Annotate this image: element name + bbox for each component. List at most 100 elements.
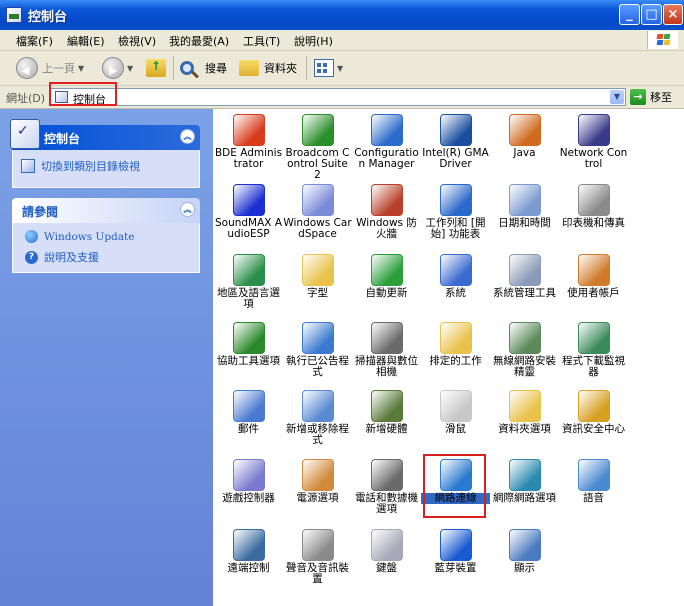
help-support-label: 說明及支援 [44,251,99,264]
control-panel-item[interactable]: 電源選項 [283,459,352,504]
control-panel-item[interactable]: 系統管理工具 [490,254,559,299]
control-panel-item[interactable]: Broadcom Control Suite 2 [283,114,352,181]
toolbar: ◀ 上一頁 ▼ ▶ ▼ ↑ 搜尋 資料夾 ▼ [0,51,684,86]
collapse-icon[interactable]: ︽ [180,129,195,144]
control-panel-item[interactable]: 新增或移除程式 [283,390,352,446]
menu-file[interactable]: 檔案(F) [16,33,53,49]
control-panel-item[interactable]: 工作列和 [開始] 功能表 [421,184,490,240]
control-panel-item[interactable]: 印表機和傳真 [559,184,628,229]
control-panel-item[interactable]: BDE Administrator [214,114,283,170]
control-panel-item[interactable]: Java [490,114,559,159]
menu-help[interactable]: 說明(H) [294,33,333,49]
accessibility-icon [232,322,265,354]
views-button[interactable]: ▼ [314,56,343,80]
control-panel-item[interactable]: 電話和數據機選項 [352,459,421,515]
windows-logo-icon [647,31,678,49]
control-panel-item[interactable]: 自動更新 [352,254,421,299]
menu-view[interactable]: 檢視(V) [118,33,156,49]
control-panel-item[interactable]: Intel(R) GMA Driver [421,114,490,170]
up-folder-button[interactable]: ↑ [146,56,166,80]
search-button[interactable]: 搜尋 [180,56,227,80]
sound-icon [301,529,334,561]
switch-link-label: 切換到類別目錄檢視 [41,160,140,173]
address-field[interactable]: 控制台 ▼ [50,88,626,106]
control-panel-item[interactable]: 鍵盤 [352,529,421,574]
control-panel-item[interactable]: Configuration Manager [352,114,421,170]
menu-bar: 檔案(F) 編輯(E) 檢視(V) 我的最愛(A) 工具(T) 說明(H) [0,30,684,51]
windows-update-icon [25,230,38,243]
window-title: 控制台 [28,10,68,25]
control-panel-item[interactable]: 聲音及音訊裝置 [283,529,352,585]
control-panel-item[interactable]: 掃描器與數位相機 [352,322,421,378]
firewall-icon [370,184,403,216]
item-label: 藍芽裝置 [434,562,477,574]
help-support-link[interactable]: ? 說明及支援 [25,249,99,265]
item-label: 新增或移除程式 [286,423,349,446]
control-panel-item[interactable]: 遊戲控制器 [214,459,283,504]
maximize-button[interactable]: □ [641,4,662,25]
control-panel-item[interactable]: 地區及語言選項 [214,254,283,310]
control-panel-item[interactable]: Windows 防火牆 [352,184,421,240]
item-label: 遠端控制 [227,562,270,574]
minimize-button[interactable]: _ [619,4,640,25]
control-panel-item[interactable]: 日期和時間 [490,184,559,229]
control-panel-body: 切換到類別目錄檢視 [12,150,200,188]
item-label: 日期和時間 [498,217,551,229]
menu-edit[interactable]: 編輯(E) [67,33,105,49]
control-panel-item[interactable]: 協助工具選項 [214,322,283,367]
control-panel-item[interactable]: SoundMAX AudioESP [214,184,283,240]
chevron-down-icon: ▼ [337,63,344,73]
control-panel-item[interactable]: 遠端控制 [214,529,283,574]
see-also-header[interactable]: 請參閱 ︽ [12,198,200,223]
go-button[interactable]: → 移至 [630,89,672,105]
control-panel-item[interactable]: 排定的工作 [421,322,490,367]
control-panel-item[interactable]: 顯示 [490,529,559,574]
item-label: 無線網路安裝精靈 [493,355,556,378]
title-bar[interactable]: 控制台 _ □ × [0,0,684,31]
up-folder-icon: ↑ [146,59,166,77]
chevron-down-icon[interactable]: ▼ [610,90,624,104]
menu-favorites[interactable]: 我的最愛(A) [169,33,229,49]
control-panel-item[interactable]: 滑鼠 [421,390,490,435]
folder-options-icon [508,390,541,422]
control-panel-header[interactable]: ✓ 控制台 ︽ [10,119,200,150]
control-panel-icon [6,7,22,23]
item-label: SoundMAX AudioESP [214,217,283,240]
menu-tools[interactable]: 工具(T) [243,33,280,49]
control-panel-item[interactable]: 郵件 [214,390,283,435]
windows-update-link[interactable]: Windows Update [25,230,134,243]
control-panel-item[interactable]: 藍芽裝置 [421,529,490,574]
item-label: Windows CardSpace [283,217,352,240]
control-panel-item[interactable]: 新增硬體 [352,390,421,435]
forward-arrow-icon: ▶ [102,57,124,79]
item-label: Configuration Manager [354,147,419,170]
mouse-icon [439,390,472,422]
control-panel-item[interactable]: 字型 [283,254,352,299]
control-panel-item[interactable]: 執行已公告程式 [283,322,352,378]
control-panel-item[interactable]: 使用者帳戶 [559,254,628,299]
back-button[interactable]: ◀ 上一頁 ▼ [16,56,84,80]
control-panel-item[interactable]: Windows CardSpace [283,184,352,240]
control-panel-item[interactable]: 無線網路安裝精靈 [490,322,559,378]
control-panel-item[interactable]: 程式下載監視器 [559,322,628,378]
control-panel-item[interactable]: Network Control [559,114,628,170]
system-icon [439,254,472,286]
control-panel-item[interactable]: 網際網路選項 [490,459,559,504]
item-label: 系統 [445,287,466,299]
item-label: Windows 防火牆 [356,217,417,240]
item-label: Java [513,147,536,159]
collapse-icon[interactable]: ︽ [180,202,195,217]
folders-button[interactable]: 資料夾 [239,56,297,80]
control-panel-item[interactable]: 語音 [559,459,628,504]
back-label: 上一頁 [42,62,75,75]
speech-icon [577,459,610,491]
forward-button[interactable]: ▶ ▼ [102,56,133,80]
control-panel-item[interactable]: 資料夾選項 [490,390,559,435]
item-label: 字型 [307,287,328,299]
switch-category-view-link[interactable]: 切換到類別目錄檢視 [21,158,140,174]
control-panel-item[interactable]: 資訊安全中心 [559,390,628,435]
close-button[interactable]: × [663,4,683,25]
add-hardware-icon [370,390,403,422]
control-panel-item[interactable]: 系統 [421,254,490,299]
views-grid-icon [314,59,334,77]
